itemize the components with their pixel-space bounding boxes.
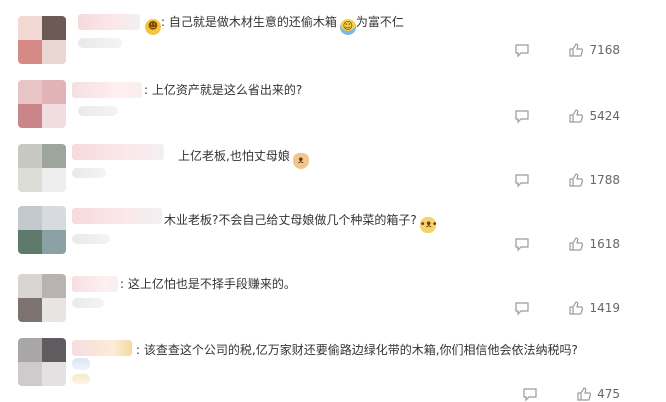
comment-text: : 该查查这个公司的税,亿万家财还要偷路边绿化带的木箱,你们相信他会依法纳税吗? — [136, 342, 578, 358]
comment-icon[interactable] — [514, 108, 530, 124]
comment-actions: 7168 — [514, 42, 620, 58]
thumbs-up-icon — [569, 43, 584, 57]
blurred-text — [78, 38, 122, 48]
comment-item: : 上亿资产就是这么省出来的? 5424 — [0, 74, 666, 130]
avatar[interactable] — [18, 16, 66, 64]
comment-actions: 1618 — [514, 236, 620, 252]
comment-text: : 上亿资产就是这么省出来的? — [144, 82, 302, 98]
blurred-text — [72, 168, 106, 178]
comment-item: 木业老板?不会自己给丈母娘做几个种菜的箱子? •ᴥ• 1618 — [0, 204, 666, 260]
thumbs-up-icon — [569, 237, 584, 251]
comment-icon[interactable] — [514, 236, 530, 252]
avatar[interactable] — [18, 206, 66, 254]
like-count: 5424 — [589, 109, 620, 123]
thumbs-up-icon — [569, 301, 584, 315]
comment-body-tail: 为富不仁 — [355, 15, 404, 29]
comment-icon[interactable] — [514, 300, 530, 316]
comment-text: 上亿老板,也怕丈母娘 ᴥ — [178, 148, 309, 169]
avatar[interactable] — [18, 80, 66, 128]
comment-actions: 1419 — [514, 300, 620, 316]
like-button[interactable]: 5424 — [568, 108, 620, 124]
avatar[interactable] — [18, 144, 66, 192]
comment-item: ☻: 自己就是做木材生意的还偷木箱 ☺ 为富不仁 7168 — [0, 10, 666, 64]
username[interactable] — [78, 14, 140, 30]
comment-item: 上亿老板,也怕丈母娘 ᴥ 1788 — [0, 140, 666, 196]
avatar[interactable] — [18, 274, 66, 322]
like-count: 1618 — [589, 237, 620, 251]
like-count: 475 — [597, 387, 620, 401]
blurred-text — [72, 358, 90, 370]
username[interactable] — [72, 276, 118, 292]
cat-emoji-icon: ᴥ — [292, 153, 309, 169]
comment-body: 这上亿怕也是不择手段赚来的。 — [127, 277, 296, 291]
comment-body: 木业老板?不会自己给丈母娘做几个种菜的箱子? — [164, 213, 417, 227]
comment-prefix: : — [161, 15, 166, 29]
blurred-text — [72, 298, 104, 308]
comment-item: : 这上亿怕也是不择手段赚来的。 1419 — [0, 268, 666, 324]
comment-actions: 5424 — [514, 108, 620, 124]
comment-icon[interactable] — [514, 172, 530, 188]
comment-text: : 这上亿怕也是不择手段赚来的。 — [120, 276, 296, 292]
dog-emoji-icon: •ᴥ• — [419, 217, 438, 233]
comment-text: 木业老板?不会自己给丈母娘做几个种菜的箱子? •ᴥ• — [164, 212, 438, 233]
comment-body: 自己就是做木材生意的还偷木箱 — [168, 15, 337, 29]
blurred-text — [78, 106, 118, 116]
comment-actions: 1788 — [514, 172, 620, 188]
smile-emoji-icon: ☻ — [145, 19, 161, 35]
comment-body: 上亿老板,也怕丈母娘 — [178, 149, 290, 163]
blurred-text — [72, 374, 90, 384]
username[interactable] — [72, 208, 162, 224]
thumbs-up-icon — [569, 173, 584, 187]
thumbs-up-icon — [569, 109, 584, 123]
like-count: 1419 — [589, 301, 620, 315]
comment-icon[interactable] — [514, 42, 530, 58]
laughing-emoji-icon: ☺ — [339, 19, 356, 35]
like-button[interactable]: 1788 — [568, 172, 620, 188]
comment-item: : 该查查这个公司的税,亿万家财还要偷路边绿化带的木箱,你们相信他会依法纳税吗?… — [0, 334, 666, 402]
like-button[interactable]: 1618 — [568, 236, 620, 252]
username[interactable] — [72, 340, 132, 356]
comment-body: 该查查这个公司的税,亿万家财还要偷路边绿化带的木箱,你们相信他会依法纳税吗? — [143, 343, 578, 357]
comment-text: ☻: 自己就是做木材生意的还偷木箱 ☺ 为富不仁 — [142, 14, 404, 35]
blurred-text — [72, 234, 110, 244]
like-button[interactable]: 1419 — [568, 300, 620, 316]
like-button[interactable]: 7168 — [568, 42, 620, 58]
like-count: 1788 — [589, 173, 620, 187]
comment-prefix: : — [136, 343, 141, 357]
username[interactable] — [72, 144, 164, 160]
comment-prefix: : — [144, 83, 149, 97]
comment-prefix: : — [120, 277, 125, 291]
avatar[interactable] — [18, 338, 66, 386]
username[interactable] — [72, 82, 142, 98]
comment-body: 上亿资产就是这么省出来的? — [151, 83, 303, 97]
like-count: 7168 — [589, 43, 620, 57]
